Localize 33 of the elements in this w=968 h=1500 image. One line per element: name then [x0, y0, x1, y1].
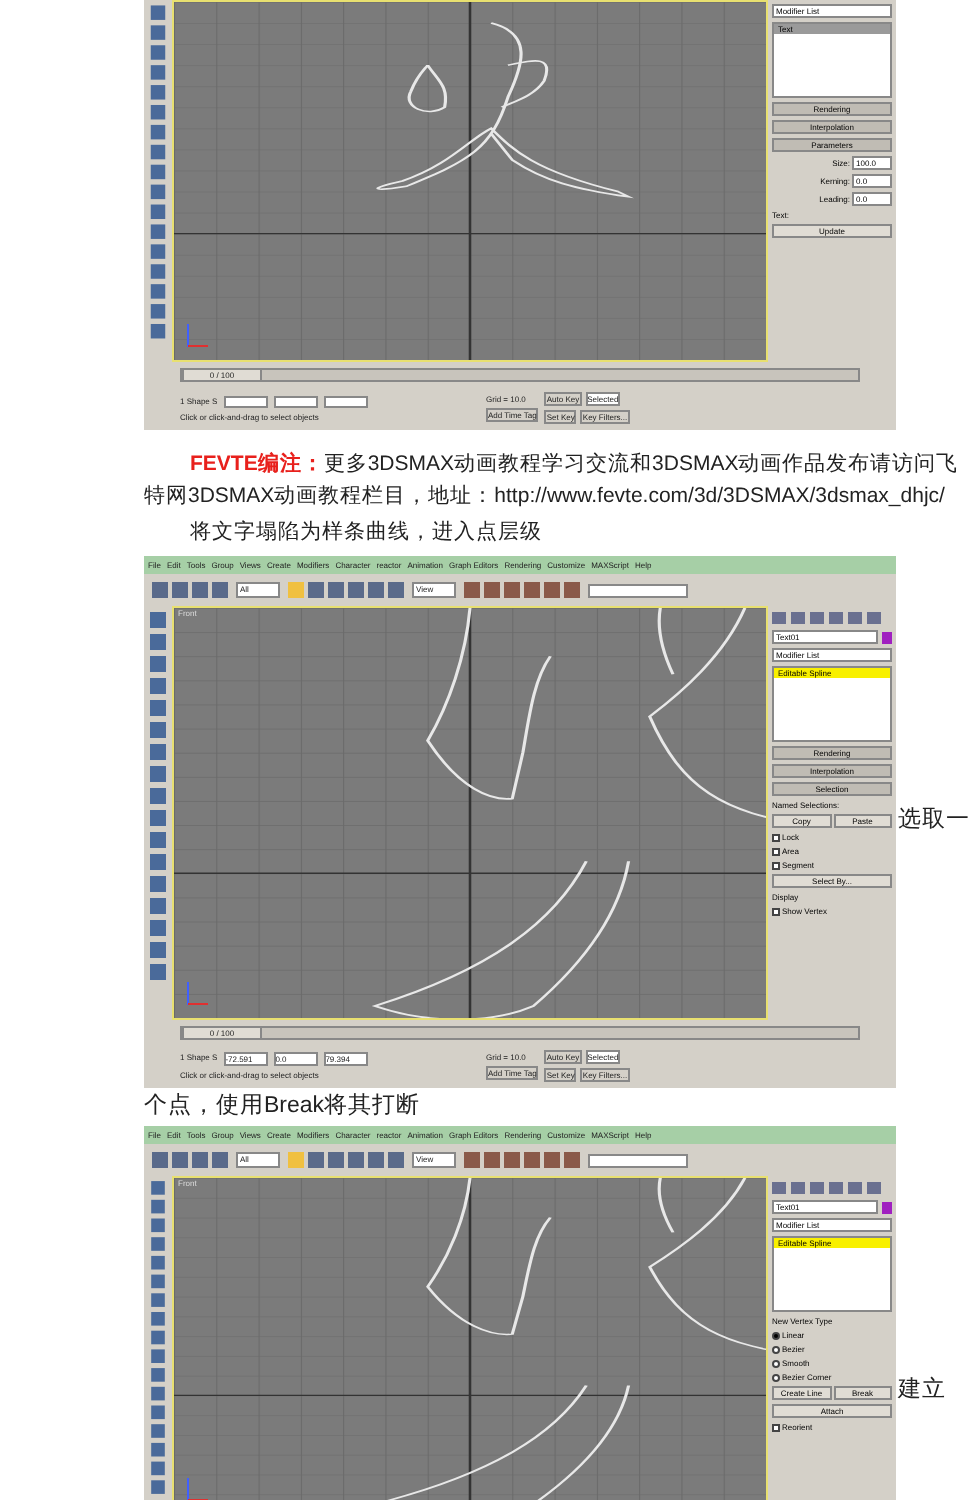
- axis-icon: [186, 324, 210, 348]
- coordinate-field[interactable]: [223, 395, 268, 407]
- panel-tab-icons[interactable]: [772, 1180, 884, 1196]
- named-selection-field[interactable]: [588, 1153, 688, 1167]
- toolbar-icons[interactable]: [286, 1150, 406, 1170]
- toolbar-icons[interactable]: [150, 580, 230, 600]
- toolbar-icons[interactable]: [462, 1150, 582, 1170]
- step-text: 将文字塌陷为样条曲线，进入点层级: [188, 518, 544, 548]
- object-color-swatch[interactable]: [882, 1201, 892, 1213]
- checkbox[interactable]: [772, 907, 780, 915]
- checkbox[interactable]: [772, 847, 780, 855]
- step-text: 建立: [898, 1374, 946, 1406]
- axis-icon: [186, 982, 210, 1006]
- coordinate-field[interactable]: [323, 395, 368, 407]
- named-selection-field[interactable]: [588, 583, 688, 597]
- viewport[interactable]: [172, 0, 768, 362]
- radio-button[interactable]: [772, 1331, 780, 1339]
- coordinate-field[interactable]: [273, 395, 318, 407]
- step-text: 选取一: [898, 805, 968, 837]
- axis-icon: [186, 1478, 210, 1500]
- editor-note-paragraph: FEVTE编注：更多3DSMAX动画教程学习交流和3DSMAX动画作品发布请访问飞特网3DSMAX动画教程栏目，地址：http://www.fevte.com/3d/3DSMAX/3dsmax_dhjc/: [144, 449, 961, 512]
- object-color-swatch[interactable]: [882, 631, 892, 643]
- toolbar-icons[interactable]: [462, 580, 582, 600]
- checkbox[interactable]: [772, 861, 780, 869]
- radio-button[interactable]: [772, 1345, 780, 1353]
- toolbar-icons[interactable]: [150, 1150, 230, 1170]
- radio-button[interactable]: [772, 1373, 780, 1381]
- toolbar-icons[interactable]: [286, 580, 406, 600]
- radio-button[interactable]: [772, 1359, 780, 1367]
- checkbox[interactable]: [772, 1423, 780, 1431]
- step-text: 个点，使用Break将其打断: [144, 1091, 423, 1122]
- panel-tab-icons[interactable]: [772, 610, 884, 626]
- checkbox[interactable]: [772, 833, 780, 841]
